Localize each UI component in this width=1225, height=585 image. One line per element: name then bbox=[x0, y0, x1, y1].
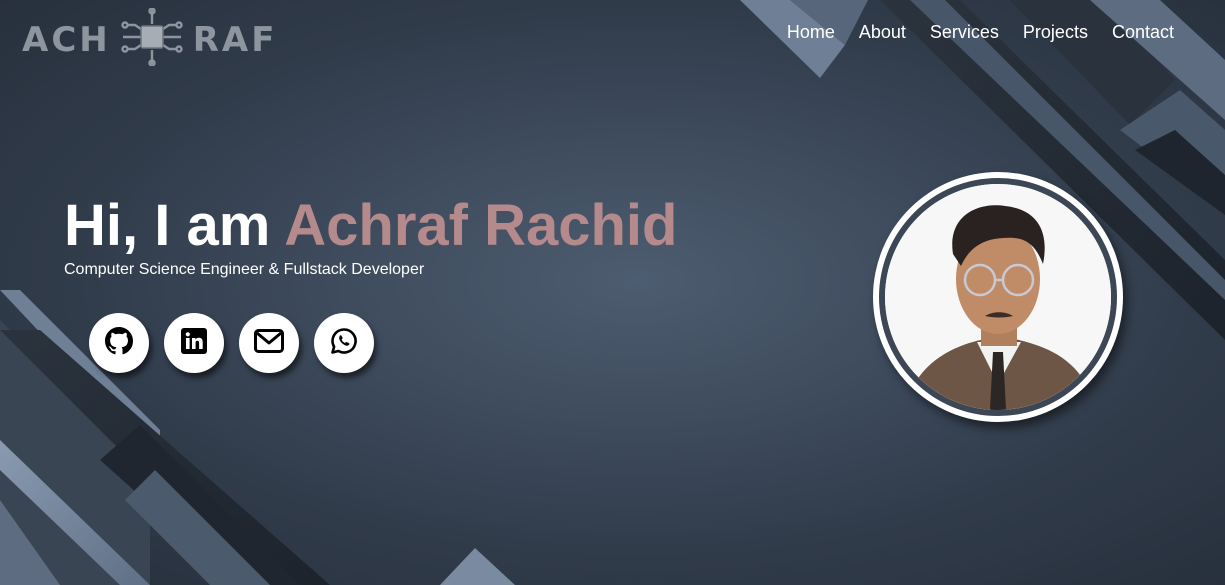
hero-greeting: Hi, I am bbox=[64, 193, 285, 258]
linkedin-button[interactable] bbox=[164, 313, 224, 373]
hero-title: Hi, I am Achraf Rachid bbox=[64, 192, 677, 259]
logo-text-right: RAF bbox=[192, 19, 278, 60]
whatsapp-button[interactable] bbox=[314, 313, 374, 373]
nav-about[interactable]: About bbox=[859, 22, 906, 43]
email-button[interactable] bbox=[239, 313, 299, 373]
main-nav: Home About Services Projects Contact bbox=[787, 22, 1174, 43]
social-links bbox=[89, 313, 374, 373]
avatar bbox=[885, 184, 1111, 410]
envelope-icon bbox=[254, 328, 284, 358]
linkedin-icon bbox=[181, 327, 207, 359]
hero-subtitle: Computer Science Engineer & Fullstack De… bbox=[64, 261, 425, 278]
github-button[interactable] bbox=[89, 313, 149, 373]
nav-contact[interactable]: Contact bbox=[1112, 22, 1174, 43]
nav-home[interactable]: Home bbox=[787, 22, 835, 43]
nav-projects[interactable]: Projects bbox=[1023, 22, 1088, 43]
circuit-chip-icon bbox=[121, 7, 183, 71]
profile-photo bbox=[873, 172, 1123, 422]
site-logo[interactable]: ACH RAF bbox=[22, 7, 278, 71]
logo-text-left: ACH bbox=[22, 19, 111, 60]
nav-services[interactable]: Services bbox=[930, 22, 999, 43]
hero-name: Achraf Rachid bbox=[284, 193, 678, 258]
github-icon bbox=[105, 326, 133, 360]
whatsapp-icon bbox=[330, 327, 358, 360]
